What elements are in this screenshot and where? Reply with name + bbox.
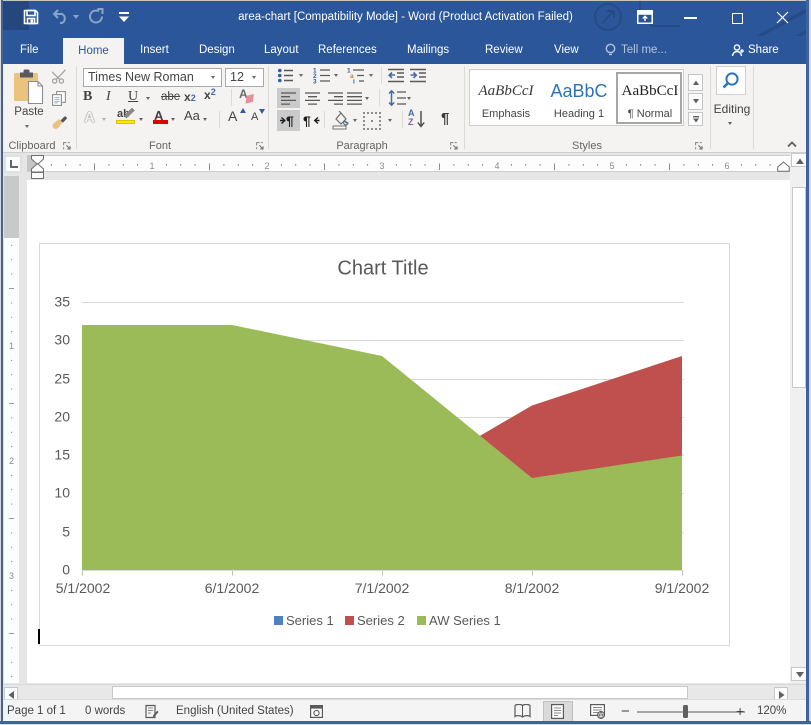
svg-text:7/1/2002: 7/1/2002 <box>355 580 410 596</box>
svg-text:1: 1 <box>9 341 14 351</box>
svg-text:6/1/2002: 6/1/2002 <box>205 580 260 596</box>
svg-text:5: 5 <box>609 161 614 171</box>
svg-text:35: 35 <box>54 294 70 310</box>
svg-text:9/1/2002: 9/1/2002 <box>655 580 710 596</box>
svg-text:6: 6 <box>724 161 729 171</box>
svg-text:i: i <box>353 79 355 85</box>
svg-text:15: 15 <box>54 447 70 463</box>
svg-text:5/1/2002: 5/1/2002 <box>56 580 111 596</box>
svg-text:30: 30 <box>54 332 70 348</box>
svg-text:25: 25 <box>54 371 70 387</box>
svg-text:1: 1 <box>149 161 154 171</box>
svg-text:3: 3 <box>9 571 14 581</box>
svg-text:2: 2 <box>9 456 14 466</box>
svg-text:Chart Title: Chart Title <box>337 258 428 280</box>
svg-text:3: 3 <box>379 161 384 171</box>
svg-text:AW Series 1: AW Series 1 <box>429 613 501 628</box>
svg-text:2: 2 <box>264 161 269 171</box>
svg-text:5: 5 <box>62 524 70 540</box>
svg-text:20: 20 <box>54 409 70 425</box>
svg-text:¶: ¶ <box>286 114 294 127</box>
svg-text:0: 0 <box>62 562 70 578</box>
svg-text:10: 10 <box>54 485 70 501</box>
svg-text:3: 3 <box>313 79 317 85</box>
svg-text:Series 1: Series 1 <box>286 613 334 628</box>
svg-text:¶: ¶ <box>303 114 311 127</box>
svg-text:4: 4 <box>494 161 499 171</box>
svg-text:8/1/2002: 8/1/2002 <box>505 580 560 596</box>
svg-text:Series 2: Series 2 <box>357 613 405 628</box>
